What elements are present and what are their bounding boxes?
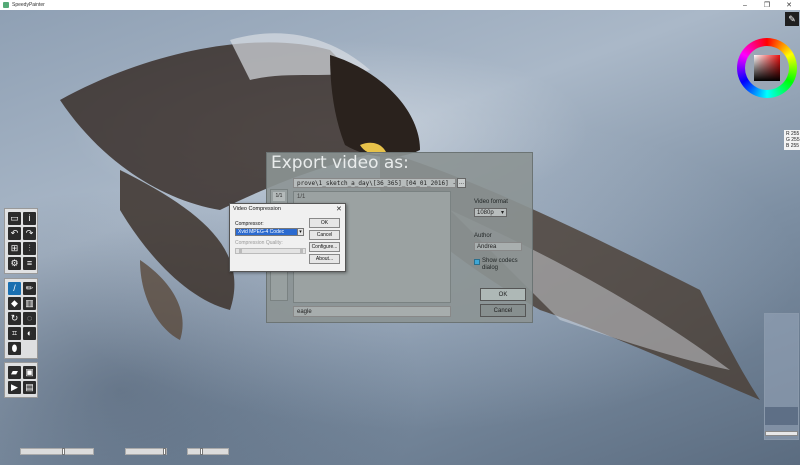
blur-icon[interactable]: ◌ bbox=[23, 312, 36, 325]
compression-quality-label: Compression Quality: bbox=[235, 240, 283, 246]
quality-slider-max bbox=[300, 249, 303, 253]
video-compression-dialog: Video Compression ✕ Compressor: Xvid MPE… bbox=[229, 203, 346, 272]
quality-slider-min bbox=[239, 249, 242, 253]
opacity-knob[interactable] bbox=[163, 448, 166, 455]
restore-icon[interactable]: ❐ bbox=[756, 0, 778, 10]
close-icon[interactable]: ✕ bbox=[336, 205, 342, 213]
vc-ok-button[interactable]: OK bbox=[309, 218, 340, 228]
browse-button[interactable]: ... bbox=[457, 178, 466, 188]
new-icon[interactable]: ▭ bbox=[8, 212, 21, 225]
record-icon[interactable]: ▤ bbox=[23, 381, 36, 394]
author-field[interactable]: Andrea bbox=[474, 242, 522, 251]
preview-frame-label: 1/1 bbox=[297, 194, 306, 200]
window-title: SpeedyPainter bbox=[12, 2, 45, 8]
export-path-field[interactable]: prove\1_sketch_a_day\[36_365]_[04_01_201… bbox=[293, 178, 456, 188]
filename-field[interactable]: eagle bbox=[293, 306, 451, 317]
export-cancel-button[interactable]: Cancel bbox=[480, 304, 526, 317]
show-codecs-checkbox[interactable] bbox=[474, 259, 480, 265]
zoom-slider[interactable] bbox=[765, 431, 798, 436]
layers-icon[interactable]: ≡ bbox=[23, 257, 36, 270]
rotate-icon[interactable]: ↻ bbox=[8, 312, 21, 325]
crop-icon[interactable]: ⌗ bbox=[8, 327, 21, 340]
export-heading: Export video as: bbox=[271, 153, 409, 173]
saturation-value-square[interactable] bbox=[754, 55, 780, 81]
fill-icon[interactable]: ◆ bbox=[8, 297, 21, 310]
brush-size-slider[interactable] bbox=[20, 448, 94, 455]
play-icon[interactable]: ▶ bbox=[8, 381, 21, 394]
frame-thumbnail[interactable]: 1/1 bbox=[273, 192, 285, 201]
title-bar: SpeedyPainter – ❐ ✕ bbox=[0, 0, 800, 10]
video-format-select[interactable]: 1080p ▾ bbox=[474, 208, 507, 217]
video-format-value: 1080p bbox=[477, 210, 494, 216]
navigator-panel[interactable] bbox=[764, 313, 799, 440]
close-window-icon[interactable]: ✕ bbox=[778, 0, 800, 10]
grid-icon[interactable]: ⊞ bbox=[8, 242, 21, 255]
settings-icon[interactable]: ⚙ bbox=[8, 257, 21, 270]
color-wheel[interactable] bbox=[737, 38, 797, 98]
navigator-thumbnail[interactable] bbox=[765, 407, 798, 425]
compressor-label: Compressor: bbox=[235, 221, 264, 227]
compression-quality-slider bbox=[235, 248, 306, 254]
redo-icon[interactable]: ↷ bbox=[23, 227, 36, 240]
toolbar-playback: ▰ ▣ ▶ ▤ bbox=[4, 362, 38, 398]
compressor-select[interactable]: Xvid MPEG-4 Codec bbox=[235, 228, 304, 236]
export-ok-button[interactable]: OK bbox=[480, 288, 526, 301]
compressor-dropdown-icon[interactable]: ▾ bbox=[297, 228, 304, 236]
show-codecs-label: Show codecs dialog bbox=[482, 258, 518, 271]
toolbar-top: ▭ i ↶ ↷ ⊞ ⫶ ⚙ ≡ bbox=[4, 208, 38, 274]
flow-slider[interactable] bbox=[187, 448, 229, 455]
brush-icon[interactable]: / bbox=[8, 282, 21, 295]
open-folder-icon[interactable]: ▰ bbox=[8, 366, 21, 379]
chevron-down-icon: ▾ bbox=[500, 210, 504, 216]
export-icon[interactable]: ▣ bbox=[23, 366, 36, 379]
brush-picker-icon[interactable]: ✎ bbox=[785, 12, 799, 26]
vc-cancel-button[interactable]: Cancel bbox=[309, 230, 340, 240]
rgb-readout: R 255 G 255 B 255 bbox=[784, 130, 800, 150]
about-button[interactable]: About... bbox=[309, 254, 340, 264]
flow-knob[interactable] bbox=[200, 448, 203, 455]
opacity-slider[interactable] bbox=[125, 448, 167, 455]
gradient-icon[interactable]: ▥ bbox=[23, 297, 36, 310]
pencil-icon[interactable]: ✏ bbox=[23, 282, 36, 295]
video-format-label: Video format bbox=[474, 199, 508, 205]
toolbar-tools: / ✏ ◆ ▥ ↻ ◌ ⌗ ◐ ⬮ bbox=[4, 278, 38, 359]
configure-button[interactable]: Configure... bbox=[309, 242, 340, 252]
undo-icon[interactable]: ↶ bbox=[8, 227, 21, 240]
flip-icon[interactable]: ◐ bbox=[23, 327, 36, 340]
app-icon bbox=[3, 2, 9, 8]
eraser-icon[interactable]: ⬮ bbox=[8, 342, 21, 355]
brush-size-knob[interactable] bbox=[62, 448, 65, 455]
author-label: Author bbox=[474, 233, 492, 239]
mirror-icon[interactable]: ⫶ bbox=[23, 242, 36, 255]
info-icon[interactable]: i bbox=[23, 212, 36, 225]
video-compression-title: Video Compression bbox=[233, 206, 281, 212]
minimize-icon[interactable]: – bbox=[734, 0, 756, 10]
